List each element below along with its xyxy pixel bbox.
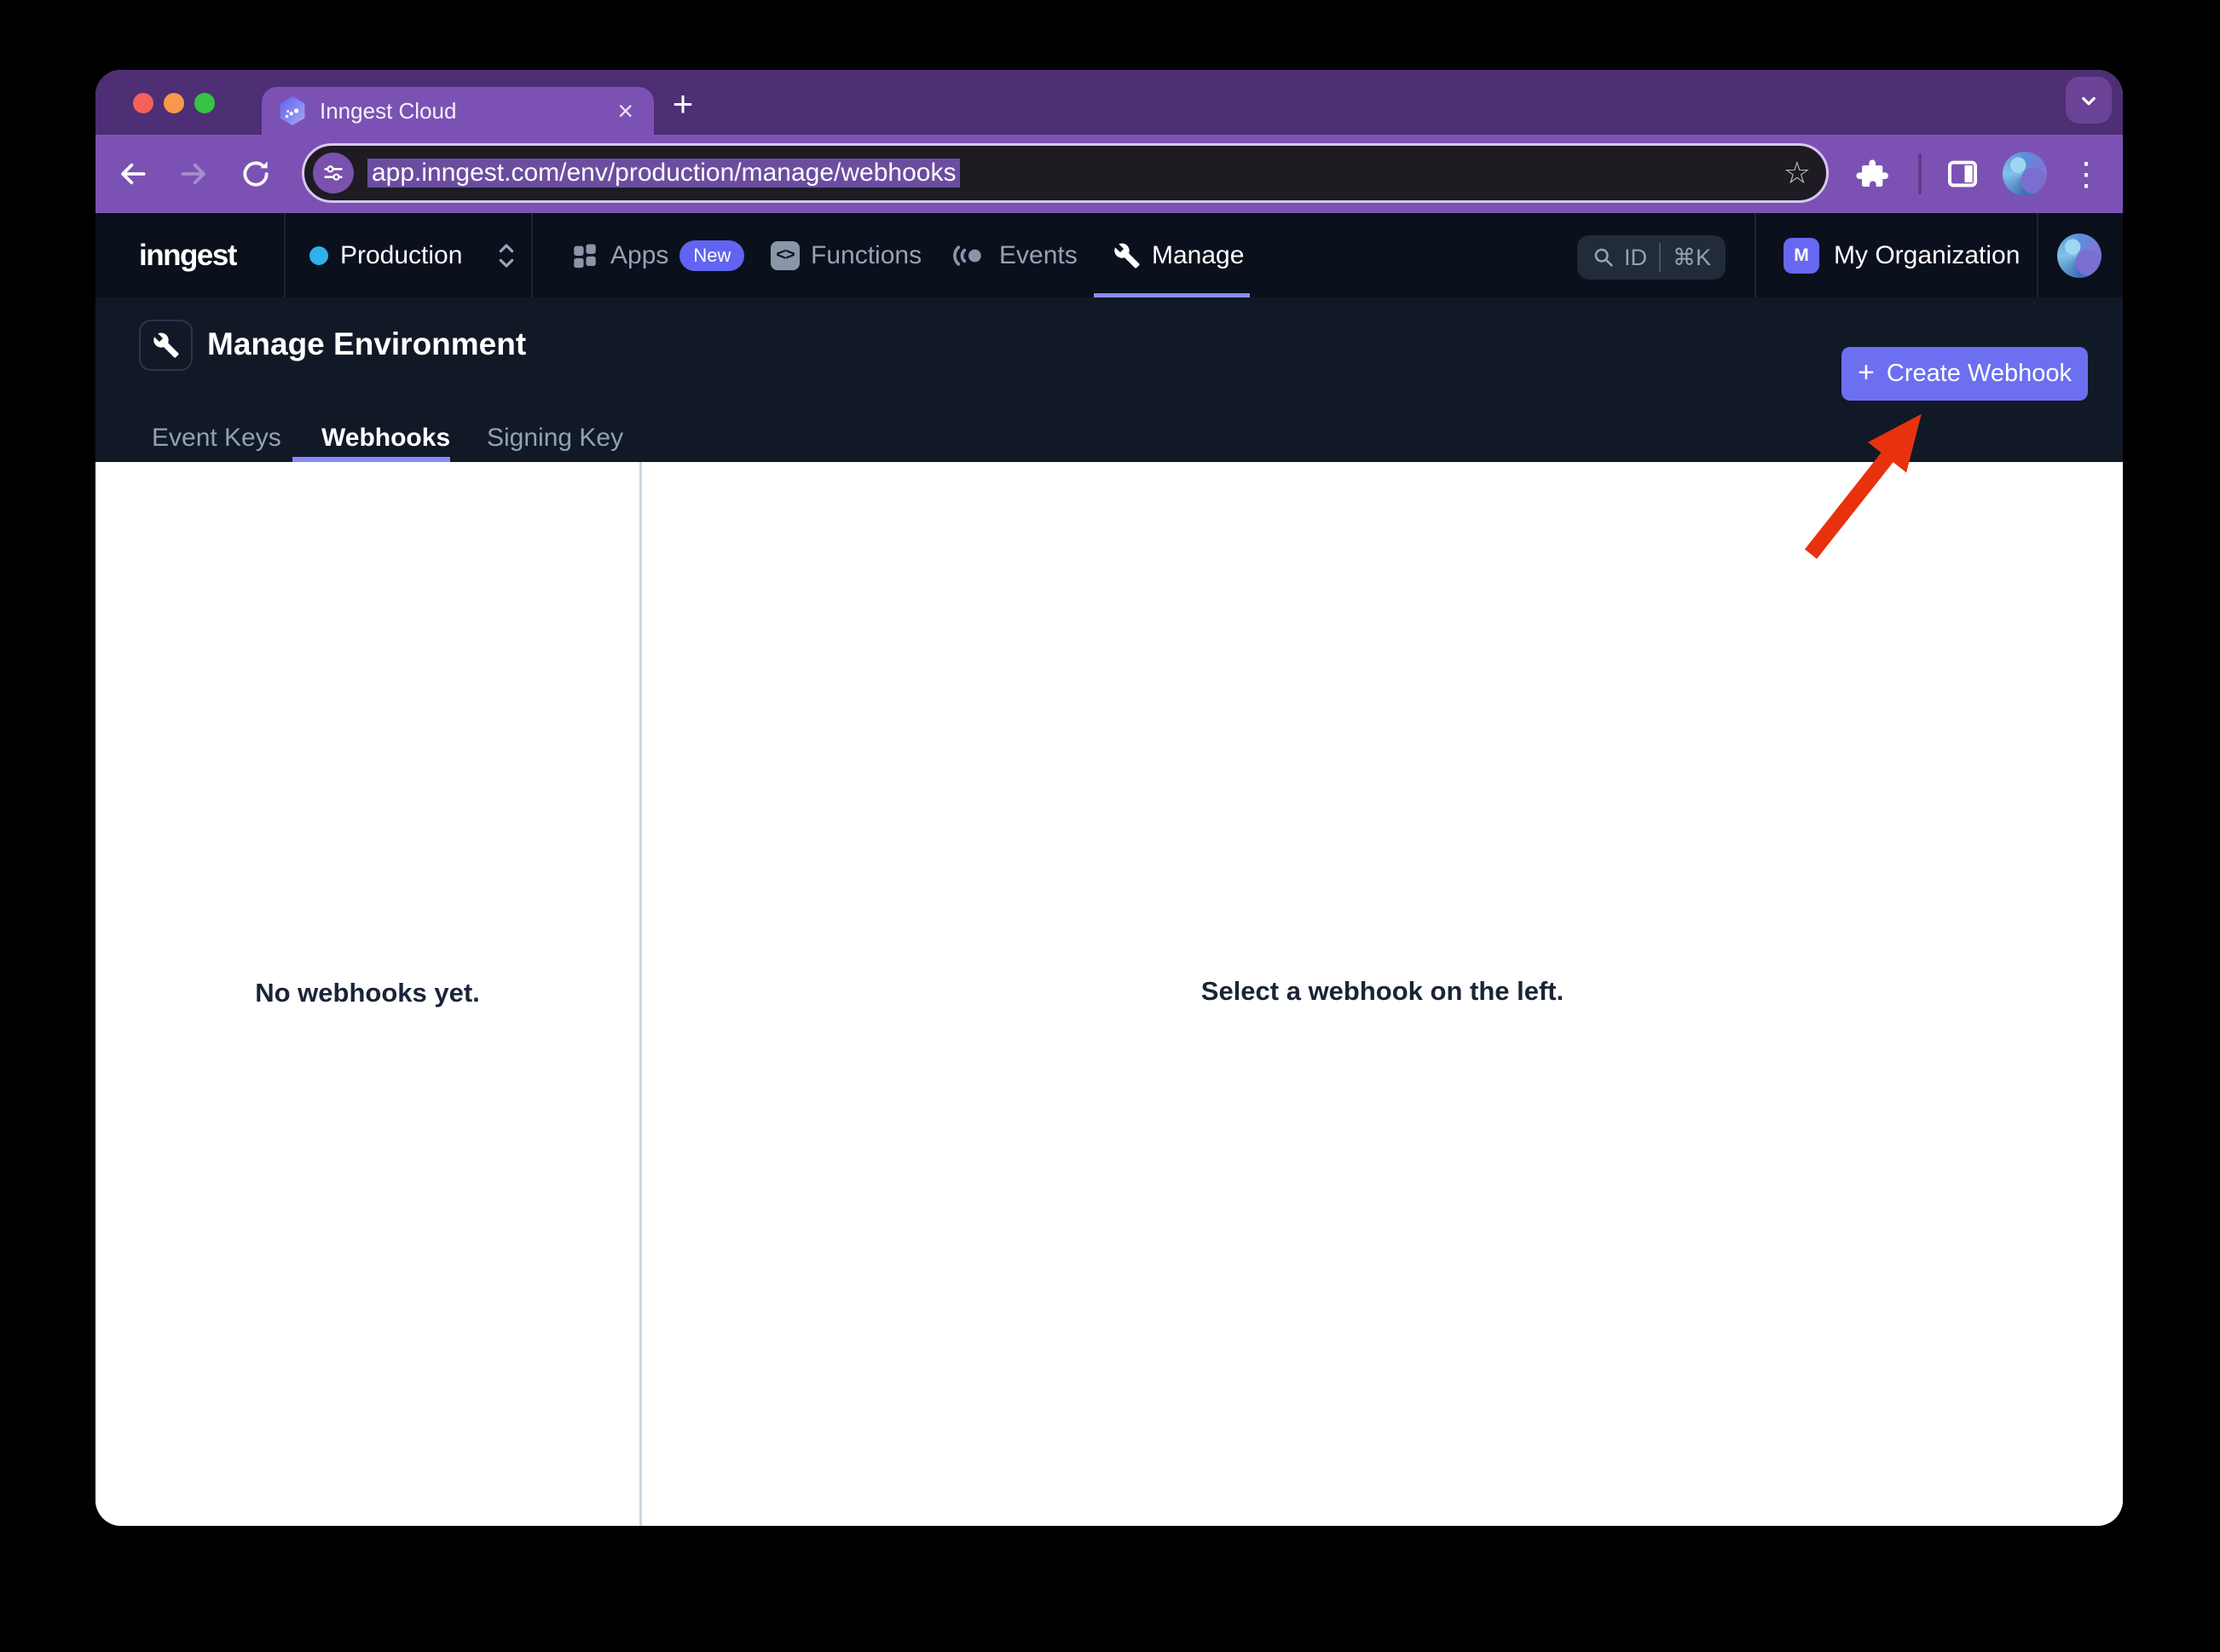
address-bar[interactable]: app.inngest.com/env/production/manage/we… (302, 143, 1829, 203)
tab-close-icon[interactable]: × (614, 97, 637, 124)
browser-tab[interactable]: Inngest Cloud × (262, 87, 654, 135)
new-badge: New (679, 240, 744, 271)
reload-icon (240, 158, 272, 190)
browser-menu-button[interactable]: ⋮ (2069, 153, 2103, 194)
navbar-divider (531, 213, 533, 297)
nav-item-events[interactable]: Events (951, 213, 1078, 297)
tune-icon (321, 161, 345, 185)
browser-window: Inngest Cloud × + (95, 70, 2123, 1526)
navbar-divider (284, 213, 286, 297)
webhooks-list-empty-message: No webhooks yet. (95, 978, 639, 1008)
puzzle-icon (1856, 157, 1890, 191)
tab-search-chevron-button[interactable] (2066, 77, 2112, 124)
nav-item-functions[interactable]: <> Functions (771, 213, 922, 297)
side-panel-button[interactable] (1944, 155, 1981, 193)
back-arrow-icon (117, 158, 149, 190)
inngest-logo[interactable]: inngest (139, 213, 236, 297)
search-id-label: ID (1624, 245, 1647, 271)
inngest-favicon (279, 96, 306, 125)
browser-tab-strip: Inngest Cloud × + (95, 70, 2123, 135)
user-avatar[interactable] (2057, 234, 2101, 278)
create-webhook-button[interactable]: + Create Webhook (1841, 347, 2088, 401)
browser-toolbar: app.inngest.com/env/production/manage/we… (95, 135, 2123, 213)
app-navbar: inngest Production Apps New (95, 213, 2123, 297)
wrench-icon (1113, 242, 1141, 269)
tab-webhooks[interactable]: Webhooks (321, 424, 450, 453)
url-input[interactable]: app.inngest.com/env/production/manage/we… (367, 159, 1784, 188)
functions-code-icon: <> (771, 241, 800, 270)
search-divider (1659, 243, 1661, 272)
back-button[interactable] (114, 155, 152, 193)
tab-event-keys[interactable]: Event Keys (152, 424, 281, 453)
browser-profile-avatar[interactable] (2003, 152, 2047, 196)
manage-icon-box (139, 320, 193, 371)
bookmark-star-icon[interactable]: ☆ (1784, 155, 1811, 191)
environment-name: Production (340, 241, 462, 270)
page-title: Manage Environment (207, 326, 526, 362)
apps-grid-icon (570, 241, 599, 270)
webhook-detail-empty-message: Select a webhook on the left. (642, 976, 2123, 1007)
search-shortcut-keys: ⌘K (1673, 245, 1711, 271)
toolbar-divider (1918, 153, 1922, 194)
nav-item-label: Functions (811, 241, 922, 270)
extensions-button[interactable] (1854, 155, 1892, 193)
window-zoom-button[interactable] (194, 93, 215, 113)
webhooks-content: No webhooks yet. Select a webhook on the… (95, 462, 2123, 1526)
desktop-background: Inngest Cloud × + (0, 0, 2220, 1652)
side-panel-icon (1945, 157, 1980, 191)
environment-switcher[interactable]: Production (309, 213, 520, 297)
environment-status-dot (309, 246, 328, 265)
forward-arrow-icon (177, 158, 210, 190)
url-selected-text: app.inngest.com/env/production/manage/we… (367, 159, 960, 188)
search-icon (1592, 245, 1616, 269)
organization-name: My Organization (1834, 241, 2020, 270)
events-pulse-icon (951, 241, 988, 270)
manage-environment-header: Manage Environment Event Keys Webhooks S… (95, 297, 2123, 462)
nav-item-manage[interactable]: Manage (1113, 213, 1244, 297)
new-tab-button[interactable]: + (662, 84, 703, 124)
navbar-divider (2037, 213, 2038, 297)
reload-button[interactable] (237, 155, 275, 193)
search-shortcut[interactable]: ID ⌘K (1577, 235, 1726, 280)
nav-item-apps[interactable]: Apps New (570, 213, 744, 297)
create-webhook-label: Create Webhook (1887, 360, 2072, 388)
window-close-button[interactable] (133, 93, 153, 113)
wrench-icon (153, 332, 180, 359)
nav-item-label: Events (999, 241, 1078, 270)
window-minimize-button[interactable] (164, 93, 184, 113)
chevron-down-icon (2076, 88, 2101, 113)
chevron-up-down-icon (493, 239, 520, 273)
navbar-divider (1755, 213, 1756, 297)
forward-button[interactable] (175, 155, 212, 193)
nav-item-label: Apps (610, 241, 668, 270)
plus-icon: + (1858, 356, 1875, 390)
nav-item-label: Manage (1152, 241, 1244, 270)
tab-title: Inngest Cloud (320, 98, 614, 124)
organization-badge: M (1784, 238, 1819, 274)
site-settings-button[interactable] (313, 153, 354, 194)
tab-signing-key[interactable]: Signing Key (487, 424, 623, 453)
organization-menu[interactable]: M My Organization (1784, 213, 2020, 297)
